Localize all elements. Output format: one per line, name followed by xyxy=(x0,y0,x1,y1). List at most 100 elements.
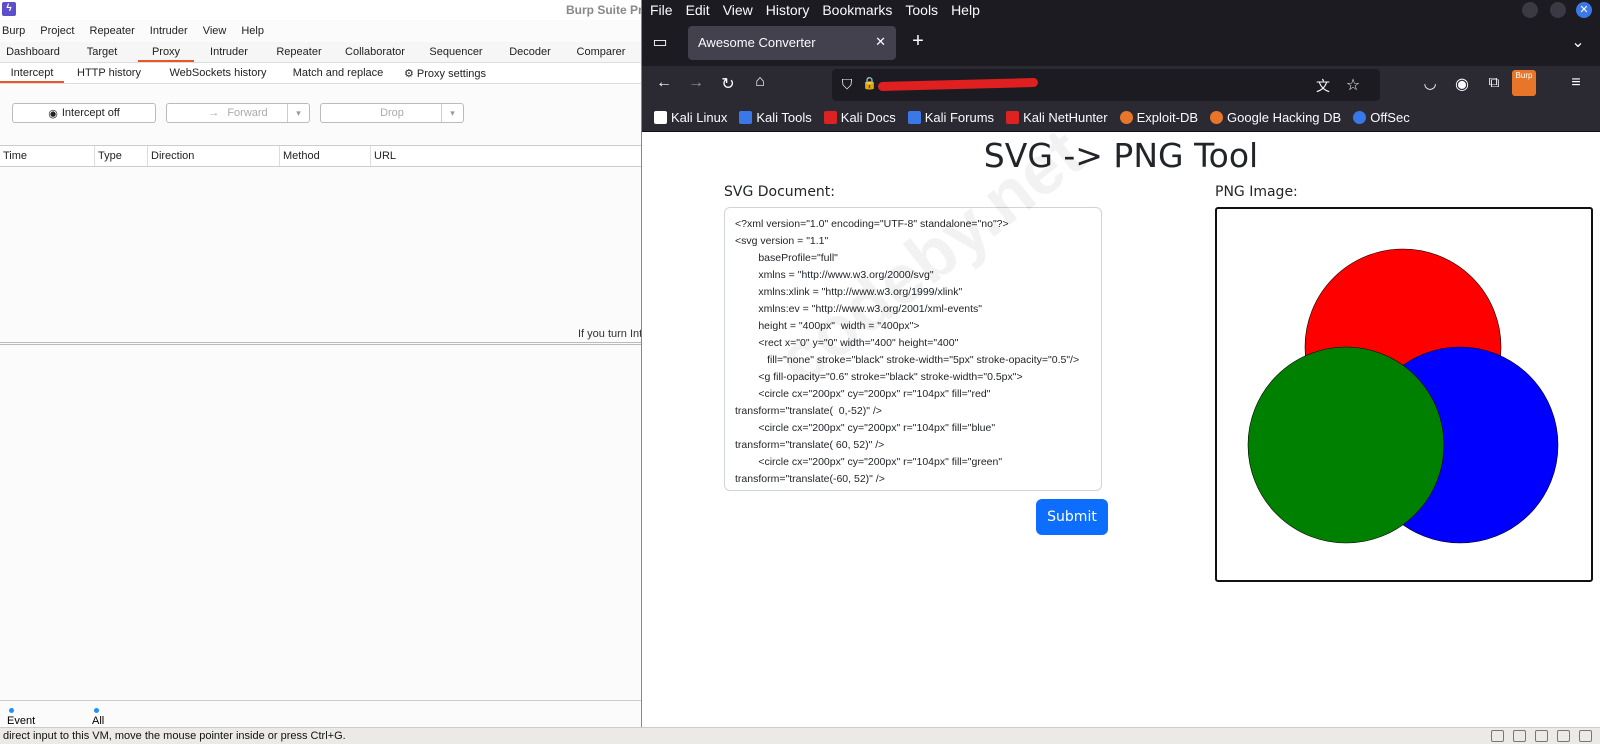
kali-dragon-icon xyxy=(654,111,667,124)
pocket-icon[interactable]: ◡ xyxy=(1420,74,1440,92)
pane-divider[interactable] xyxy=(0,342,641,345)
burp-window-title: Burp Suite Pro xyxy=(566,3,642,17)
column-time[interactable]: Time xyxy=(0,146,95,166)
close-tab-icon[interactable]: ✕ xyxy=(875,34,886,50)
bookmark-kali-forums[interactable]: Kali Forums xyxy=(907,110,995,125)
bookmark-offsec[interactable]: OffSec xyxy=(1353,110,1410,125)
forward-button[interactable]: → Forward ▾ xyxy=(166,103,310,123)
column-type[interactable]: Type xyxy=(95,146,148,166)
bookmark-kali-linux[interactable]: Kali Linux xyxy=(654,110,727,125)
hamburger-menu-icon[interactable]: ≡ xyxy=(1566,74,1586,92)
fullscreen-icon[interactable] xyxy=(1579,730,1592,742)
network-icon[interactable] xyxy=(1513,730,1526,742)
tab-target[interactable]: Target xyxy=(66,42,138,62)
tab-decoder[interactable]: Decoder xyxy=(496,42,564,62)
menu-history[interactable]: History xyxy=(766,2,810,18)
eye-icon: ◉ xyxy=(48,107,58,120)
svg-document-textarea[interactable]: <?xml version="1.0" encoding="UTF-8" sta… xyxy=(724,207,1102,491)
audio-icon[interactable] xyxy=(1535,730,1548,742)
burp-extension-icon[interactable]: Burp xyxy=(1512,70,1536,96)
maximize-button[interactable] xyxy=(1550,2,1566,18)
tab-comparer[interactable]: Comparer xyxy=(564,42,638,62)
menu-edit[interactable]: Edit xyxy=(686,2,710,18)
green-circle xyxy=(1247,346,1445,544)
shield-icon[interactable]: ⛉ xyxy=(838,76,856,93)
tab-collaborator[interactable]: Collaborator xyxy=(334,42,416,62)
column-direction[interactable]: Direction xyxy=(148,146,280,166)
reload-icon[interactable]: ↻ xyxy=(718,74,738,94)
burp-menu-project[interactable]: Project xyxy=(40,25,74,37)
bookmark-label: Kali NetHunter xyxy=(1023,110,1108,125)
drop-button[interactable]: Drop ▾ xyxy=(320,103,464,123)
firefox-window: File Edit View History Bookmarks Tools H… xyxy=(642,0,1600,727)
tab-sequencer[interactable]: Sequencer xyxy=(416,42,496,62)
menu-bookmarks[interactable]: Bookmarks xyxy=(822,2,892,18)
column-method[interactable]: Method xyxy=(280,146,371,166)
bookmark-star-icon[interactable]: ☆ xyxy=(1344,75,1362,95)
tab-dashboard[interactable]: Dashboard xyxy=(0,42,66,62)
bookmark-label: OffSec xyxy=(1370,110,1410,125)
burp-extension-label: Burp xyxy=(1515,71,1533,80)
subtab-http-history[interactable]: HTTP history xyxy=(64,63,154,83)
new-tab-icon[interactable]: + xyxy=(908,30,928,53)
burp-menu-view[interactable]: View xyxy=(203,25,227,37)
notification-dot-icon xyxy=(9,708,14,713)
browser-tab-active[interactable]: Awesome Converter ✕ xyxy=(688,26,896,60)
exploit-db-icon xyxy=(1119,111,1133,124)
hdd-icon[interactable] xyxy=(1491,730,1504,742)
burp-proxy-subtabs: Intercept HTTP history WebSockets histor… xyxy=(0,63,641,84)
burp-menu-intruder[interactable]: Intruder xyxy=(150,25,188,37)
extensions-icon[interactable]: ⧉ xyxy=(1484,74,1504,91)
tab-overview-icon[interactable]: ▭ xyxy=(650,32,670,52)
usb-icon[interactable] xyxy=(1557,730,1570,742)
chevron-down-icon[interactable]: ▾ xyxy=(287,104,309,122)
browser-tab-title: Awesome Converter xyxy=(698,35,816,50)
burp-logo-icon: ϟ xyxy=(2,2,16,16)
offsec-icon xyxy=(1353,111,1367,124)
submit-button[interactable]: Submit xyxy=(1036,499,1108,535)
intercept-toggle-button[interactable]: ◉ Intercept off xyxy=(12,103,156,123)
close-window-button[interactable]: ✕ xyxy=(1576,2,1592,18)
drop-label: Drop xyxy=(380,107,404,119)
web-page: SVG -> PNG Tool SVG Document: PNG Image:… xyxy=(642,113,1600,727)
menu-tools[interactable]: Tools xyxy=(905,2,938,18)
subtab-proxy-settings[interactable]: ⚙ Proxy settings xyxy=(394,63,496,83)
burp-menu-help[interactable]: Help xyxy=(241,25,264,37)
column-url[interactable]: URL xyxy=(371,146,641,166)
bookmark-google-hacking-db[interactable]: Google Hacking DB xyxy=(1210,110,1341,125)
account-icon[interactable]: ◉ xyxy=(1452,74,1472,94)
nethunter-icon xyxy=(1006,111,1020,124)
all-issues-tab[interactable]: All issues (13) xyxy=(92,708,104,727)
forward-icon[interactable]: → xyxy=(686,74,706,92)
bookmark-kali-docs[interactable]: Kali Docs xyxy=(823,110,896,125)
event-log-tab[interactable]: Event log (5) xyxy=(7,708,35,727)
tab-intruder[interactable]: Intruder xyxy=(194,42,264,62)
menu-view[interactable]: View xyxy=(723,2,753,18)
bookmark-kali-tools[interactable]: Kali Tools xyxy=(739,110,812,125)
url-bar[interactable]: ⛉ 🔒 文 ☆ xyxy=(832,69,1380,101)
bookmark-label: Kali Tools xyxy=(756,110,812,125)
subtab-match-and-replace[interactable]: Match and replace xyxy=(282,63,394,83)
burp-window: ϟ Burp Suite Pro Burp Project Repeater I… xyxy=(0,0,642,727)
burp-menu-burp[interactable]: Burp xyxy=(2,25,25,37)
tab-repeater[interactable]: Repeater xyxy=(264,42,334,62)
tab-proxy[interactable]: Proxy xyxy=(138,42,194,62)
list-tabs-chevron-icon[interactable]: ⌄ xyxy=(1568,32,1588,52)
translate-icon[interactable]: 文 xyxy=(1314,76,1332,96)
burp-bottom-bar: Event log (5) All issues (13) xyxy=(0,700,641,727)
bookmark-kali-nethunter[interactable]: Kali NetHunter xyxy=(1006,110,1108,125)
subtab-websockets-history[interactable]: WebSockets history xyxy=(154,63,282,83)
lock-icon[interactable]: 🔒 xyxy=(862,76,877,90)
burp-menu-repeater[interactable]: Repeater xyxy=(90,25,135,37)
home-icon[interactable]: ⌂ xyxy=(750,73,770,91)
bookmark-label: Kali Forums xyxy=(924,110,995,125)
chevron-down-icon[interactable]: ▾ xyxy=(441,104,463,122)
minimize-button[interactable] xyxy=(1522,2,1538,18)
intercept-table-header: Time Type Direction Method URL xyxy=(0,145,641,167)
menu-file[interactable]: File xyxy=(650,2,673,18)
back-icon[interactable]: ← xyxy=(654,74,674,92)
bookmark-exploit-db[interactable]: Exploit-DB xyxy=(1119,110,1198,125)
ghdb-icon xyxy=(1210,111,1224,124)
subtab-intercept[interactable]: Intercept xyxy=(0,63,64,83)
menu-help[interactable]: Help xyxy=(951,2,980,18)
